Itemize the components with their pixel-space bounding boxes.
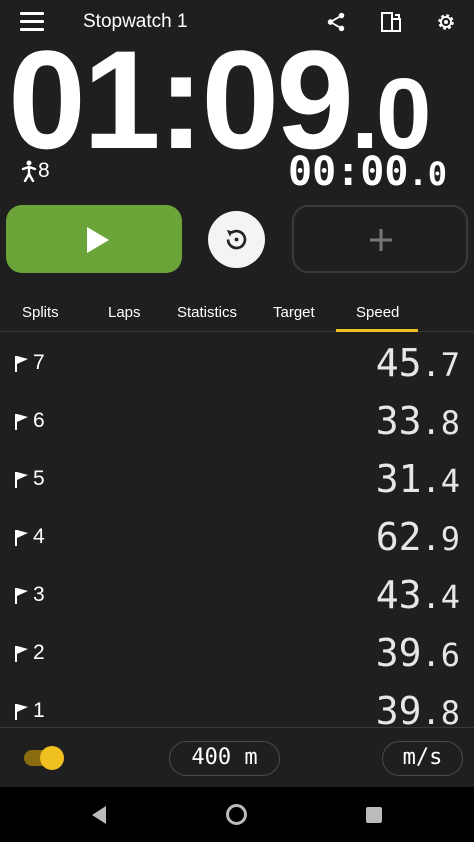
speed-decimal: .6: [421, 636, 460, 674]
flag-icon: [15, 472, 28, 488]
lap-speed: 33.8: [376, 399, 460, 443]
speed-decimal: .4: [421, 462, 460, 500]
play-icon: [87, 227, 109, 253]
speed-list[interactable]: 7 45.7 6 33.8 5 31.4 4 62.9 3 43.4 2 39.…: [0, 333, 474, 727]
tab-statistics[interactable]: Statistics: [177, 304, 237, 321]
flag-icon: [15, 530, 28, 546]
flag-icon: [15, 414, 28, 430]
flag-icon: [15, 704, 28, 720]
lap-number: 2: [33, 641, 45, 664]
lap-speed: 62.9: [376, 515, 460, 559]
speed-decimal: .8: [421, 694, 460, 727]
recents-icon[interactable]: [366, 807, 382, 823]
speed-decimal: .8: [421, 404, 460, 442]
speed-whole: 45: [375, 341, 422, 385]
tab-bar: Splits Laps Statistics Target Speed: [0, 296, 474, 332]
flag-icon: [15, 588, 28, 604]
auto-lap-toggle[interactable]: [24, 746, 64, 770]
unit-chip[interactable]: m/s: [382, 741, 463, 776]
system-nav-bar: [0, 787, 474, 842]
reset-icon: [226, 229, 247, 250]
plus-icon: [370, 229, 392, 251]
lap-time-whole: 00:00: [288, 149, 409, 195]
runner-count: 8: [38, 159, 50, 182]
list-item: 1 39.8: [0, 681, 474, 727]
add-lap-button[interactable]: [292, 205, 468, 273]
list-item: 2 39.6: [0, 623, 474, 681]
lap-number: 5: [33, 467, 45, 490]
speed-whole: 43: [375, 573, 422, 617]
speed-whole: 39: [375, 689, 422, 727]
tab-laps[interactable]: Laps: [108, 304, 141, 321]
reset-button[interactable]: [208, 211, 265, 268]
back-icon[interactable]: [90, 805, 108, 825]
speed-decimal: .7: [421, 346, 460, 384]
list-item: 7 45.7: [0, 333, 474, 391]
lap-speed: 45.7: [376, 341, 460, 385]
speed-whole: 31: [375, 457, 422, 501]
list-item: 6 33.8: [0, 391, 474, 449]
flag-icon: [15, 356, 28, 372]
distance-chip[interactable]: 400 m: [169, 741, 280, 776]
list-item: 3 43.4: [0, 565, 474, 623]
lap-number: 4: [33, 525, 45, 548]
bottom-bar: 400 m m/s: [0, 727, 474, 787]
speed-decimal: .9: [421, 520, 460, 558]
lap-number: 1: [33, 699, 45, 722]
active-tab-indicator: [336, 329, 418, 332]
tab-target[interactable]: Target: [273, 304, 315, 321]
tab-speed[interactable]: Speed: [356, 304, 399, 321]
lap-speed: 39.6: [376, 631, 460, 675]
lap-speed: 31.4: [376, 457, 460, 501]
tab-splits[interactable]: Splits: [22, 304, 59, 321]
toggle-knob: [40, 746, 64, 770]
lap-time-tenths: .0: [408, 155, 447, 193]
list-item: 5 31.4: [0, 449, 474, 507]
speed-decimal: .4: [421, 578, 460, 616]
speed-whole: 39: [375, 631, 422, 675]
list-item: 4 62.9: [0, 507, 474, 565]
runner-icon: [21, 160, 37, 182]
speed-whole: 62: [375, 515, 422, 559]
settings-icon[interactable]: [435, 11, 457, 33]
current-lap-time: 00:00.0: [288, 150, 447, 196]
flag-icon: [15, 646, 28, 662]
start-button[interactable]: [6, 205, 182, 273]
lap-speed: 43.4: [376, 573, 460, 617]
lap-number: 3: [33, 583, 45, 606]
lap-number: 6: [33, 409, 45, 432]
home-icon[interactable]: [226, 804, 247, 825]
lap-speed: 39.8: [376, 689, 460, 727]
lap-number: 7: [33, 351, 45, 374]
speed-whole: 33: [375, 399, 422, 443]
